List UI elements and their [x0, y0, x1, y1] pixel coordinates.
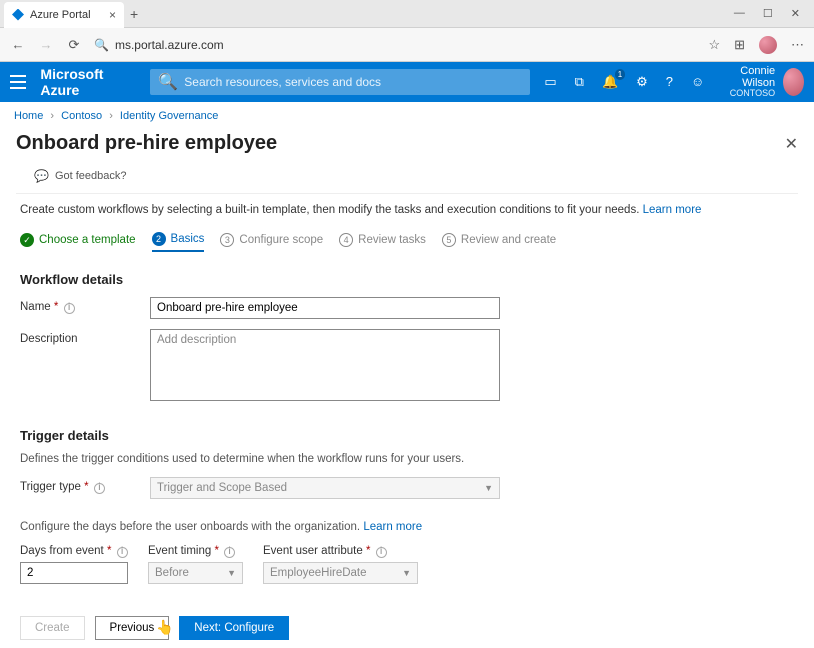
chevron-down-icon: ▼	[484, 483, 493, 493]
notifications-icon[interactable]: 🔔1	[602, 74, 618, 90]
previous-button[interactable]: Previous	[95, 616, 170, 640]
trigger-params-row: Days from event * i Event timing * i Bef…	[20, 545, 794, 584]
name-input[interactable]	[150, 297, 500, 319]
required-indicator: *	[107, 545, 111, 557]
address-bar[interactable]: 🔍 ms.portal.azure.com	[94, 38, 696, 52]
event-timing-label: Event timing	[148, 545, 211, 557]
page-title: Onboard pre-hire employee	[16, 132, 277, 155]
event-user-attribute-select: EmployeeHireDate ▼	[263, 562, 418, 584]
breadcrumb-home[interactable]: Home	[14, 110, 43, 122]
portal-brand[interactable]: Microsoft Azure	[40, 66, 136, 98]
step-review-create[interactable]: 5 Review and create	[442, 233, 556, 251]
info-icon[interactable]: i	[64, 303, 75, 314]
portal-top-bar: Microsoft Azure 🔍 ▭ ⧉ 🔔1 ⚙ ? ☺ Connie Wi…	[0, 62, 814, 102]
learn-more-link[interactable]: Learn more	[363, 521, 422, 533]
intro-text: Create custom workflows by selecting a b…	[20, 204, 794, 216]
event-timing-select: Before ▼	[148, 562, 243, 584]
browser-profile-avatar[interactable]	[759, 36, 777, 54]
user-org: Contoso	[722, 89, 775, 99]
settings-icon[interactable]: ⚙	[636, 74, 648, 90]
chevron-down-icon: ▼	[402, 568, 411, 578]
user-name: Connie Wilson	[722, 65, 775, 89]
browser-toolbar: ← → ⟳ 🔍 ms.portal.azure.com ☆ ⊞ ⋯	[0, 28, 814, 62]
new-tab-button[interactable]: +	[130, 6, 138, 22]
breadcrumb-identity-governance[interactable]: Identity Governance	[120, 110, 218, 122]
help-icon[interactable]: ?	[666, 74, 673, 89]
window-controls: — ☐ ✕	[734, 7, 814, 20]
feedback-icon: 💬	[34, 169, 49, 183]
close-window-icon[interactable]: ✕	[791, 7, 800, 20]
days-from-event-label: Days from event	[20, 545, 104, 557]
portal-search-input[interactable]	[184, 75, 522, 89]
browser-tab[interactable]: Azure Portal ×	[4, 2, 124, 28]
tab-close-icon[interactable]: ×	[109, 8, 116, 22]
trigger-helper-text: Defines the trigger conditions used to d…	[20, 453, 794, 465]
notification-badge: 1	[615, 69, 625, 80]
wizard-steps: ✓ Choose a template 2 Basics 3 Configure…	[20, 232, 794, 252]
required-indicator: *	[84, 481, 88, 493]
next-configure-button[interactable]: Next: Configure	[179, 616, 289, 640]
event-user-attribute-label: Event user attribute	[263, 545, 363, 557]
search-icon: 🔍	[94, 38, 109, 52]
forward-button: →	[38, 37, 54, 52]
trigger-details-heading: Trigger details	[20, 428, 794, 443]
name-label: Name	[20, 301, 51, 313]
info-icon[interactable]: i	[94, 483, 105, 494]
create-button: Create	[20, 616, 85, 640]
required-indicator: *	[54, 301, 58, 313]
required-indicator: *	[366, 545, 370, 557]
content-area: Create custom workflows by selecting a b…	[0, 194, 814, 594]
breadcrumb: Home › Contoso › Identity Governance	[0, 102, 814, 130]
cloud-shell-icon[interactable]: ▭	[544, 74, 556, 90]
page-header: Onboard pre-hire employee ✕	[0, 130, 814, 163]
feedback-icon[interactable]: ☺	[691, 74, 704, 89]
step-basics[interactable]: 2 Basics	[152, 232, 205, 252]
info-icon[interactable]: i	[224, 547, 235, 558]
close-blade-icon[interactable]: ✕	[785, 134, 798, 154]
favorites-icon[interactable]: ☆	[708, 37, 720, 53]
portal-search[interactable]: 🔍	[150, 69, 530, 95]
chevron-right-icon: ›	[50, 110, 54, 122]
step-review-tasks[interactable]: 4 Review tasks	[339, 233, 426, 251]
maximize-icon[interactable]: ☐	[763, 7, 773, 20]
breadcrumb-contoso[interactable]: Contoso	[61, 110, 102, 122]
tab-title: Azure Portal	[30, 9, 91, 21]
step-choose-template[interactable]: ✓ Choose a template	[20, 233, 136, 251]
user-avatar-icon	[783, 68, 804, 96]
url-text: ms.portal.azure.com	[115, 38, 224, 52]
days-helper: Configure the days before the user onboa…	[20, 521, 794, 533]
workflow-details-heading: Workflow details	[20, 272, 794, 287]
info-icon[interactable]: i	[117, 547, 128, 558]
description-field-row: Description	[20, 329, 794, 404]
trigger-type-label: Trigger type	[20, 481, 81, 493]
azure-favicon-icon	[12, 9, 24, 21]
browser-menu-icon[interactable]: ⋯	[791, 37, 804, 53]
chevron-right-icon: ›	[109, 110, 113, 122]
wizard-footer: Create Previous Next: Configure	[20, 616, 289, 640]
collections-icon[interactable]: ⊞	[734, 37, 745, 53]
refresh-button[interactable]: ⟳	[66, 37, 82, 53]
name-field-row: Name * i	[20, 297, 794, 319]
step-configure-scope[interactable]: 3 Configure scope	[220, 233, 323, 251]
info-icon[interactable]: i	[376, 547, 387, 558]
chevron-down-icon: ▼	[227, 568, 236, 578]
required-indicator: *	[214, 545, 218, 557]
feedback-text: Got feedback?	[55, 170, 127, 182]
search-icon: 🔍	[158, 72, 178, 92]
back-button[interactable]: ←	[10, 37, 26, 52]
user-menu[interactable]: Connie Wilson Contoso	[722, 65, 804, 99]
trigger-type-row: Trigger type * i Trigger and Scope Based…	[20, 477, 794, 499]
description-input[interactable]	[150, 329, 500, 401]
description-label: Description	[20, 333, 78, 345]
browser-tab-strip: Azure Portal × + — ☐ ✕	[0, 0, 814, 28]
check-icon: ✓	[20, 233, 34, 247]
minimize-icon[interactable]: —	[734, 7, 745, 20]
trigger-type-select: Trigger and Scope Based ▼	[150, 477, 500, 499]
hamburger-menu-icon[interactable]	[10, 75, 26, 89]
learn-more-link[interactable]: Learn more	[643, 204, 702, 216]
feedback-link[interactable]: 💬 Got feedback?	[16, 163, 798, 194]
days-from-event-input[interactable]	[20, 562, 128, 584]
directories-icon[interactable]: ⧉	[575, 74, 584, 90]
